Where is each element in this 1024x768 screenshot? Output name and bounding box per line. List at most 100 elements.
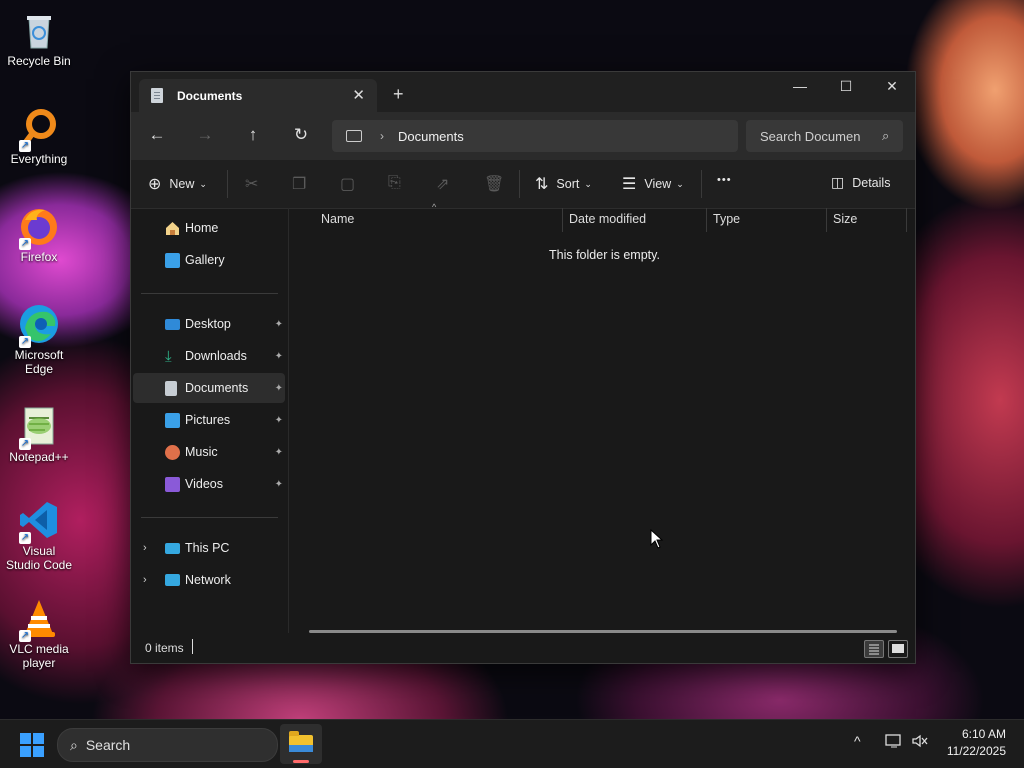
maximize-button[interactable]: ☐ <box>823 72 869 102</box>
windows-logo-icon <box>33 746 44 757</box>
view-lines-icon: ☰ <box>622 176 637 193</box>
column-header-name[interactable]: Name <box>321 212 354 226</box>
desktop-icon-label: VLC media player <box>9 642 69 670</box>
pin-icon[interactable]: ✦ <box>275 479 283 490</box>
volume-muted-icon[interactable] <box>911 733 929 752</box>
search-icon: ⌕ <box>882 128 890 143</box>
nav-item-videos[interactable]: Videos ✦ <box>133 469 285 499</box>
back-button[interactable]: ← <box>145 125 169 145</box>
search-box[interactable]: Search Documents ⌕ <box>746 120 903 152</box>
search-input[interactable]: Search Documents <box>760 129 860 144</box>
desktop-icon-edge[interactable]: ↗ Microsoft Edge <box>0 302 78 376</box>
pin-icon[interactable]: ✦ <box>275 351 283 362</box>
nav-item-documents[interactable]: Documents ✦ <box>133 373 285 403</box>
view-button[interactable]: ☰ View ⌄ <box>622 174 684 194</box>
nav-divider <box>141 517 278 518</box>
file-list-pane[interactable]: ^ Name Date modified Type Size This fold… <box>289 202 915 633</box>
tiles-view-button[interactable] <box>888 640 908 658</box>
nav-item-gallery[interactable]: Gallery <box>133 245 285 275</box>
column-divider[interactable] <box>826 208 827 232</box>
tab-documents[interactable]: Documents ✕ <box>139 79 377 112</box>
shortcut-arrow-icon: ↗ <box>19 140 31 152</box>
cut-button[interactable]: ✂ <box>245 174 258 194</box>
forward-button[interactable]: → <box>193 125 217 145</box>
column-header-type[interactable]: Type <box>713 212 740 226</box>
desktop-icon-recycle-bin[interactable]: Recycle Bin <box>0 8 78 68</box>
details-button-label: Details <box>852 175 891 190</box>
up-button[interactable]: ↑ <box>241 125 265 145</box>
pin-icon[interactable]: ✦ <box>275 319 283 330</box>
copy-button[interactable]: ❐ <box>292 174 306 194</box>
paste-button[interactable]: ▢ <box>340 174 355 194</box>
new-tab-button[interactable]: + <box>393 84 404 105</box>
windows-logo-icon <box>20 733 31 744</box>
taskbar-file-explorer[interactable] <box>280 724 322 764</box>
nav-item-music[interactable]: Music ✦ <box>133 437 285 467</box>
breadcrumb-chevron-icon[interactable]: › <box>380 129 384 143</box>
clipboard-icon: ▢ <box>340 176 356 193</box>
delete-button[interactable]: 🗑 <box>484 174 504 194</box>
nav-item-downloads[interactable]: ⤓ Downloads ✦ <box>133 341 285 371</box>
explorer-body: Home Gallery Desktop ✦ ⤓ Downloads ✦ Doc… <box>131 202 915 663</box>
music-icon <box>165 444 180 460</box>
close-button[interactable]: ✕ <box>869 72 915 102</box>
view-button-label: View <box>644 177 672 191</box>
system-clock[interactable]: 6:10 AM 11/22/2025 <box>947 726 1006 760</box>
nav-item-label: Documents <box>185 381 249 395</box>
details-pane-button[interactable]: ◫ Details <box>831 174 890 191</box>
desktop-icon-vlc[interactable]: ↗ VLC media player <box>0 596 78 670</box>
more-options-button[interactable]: ••• <box>717 174 732 186</box>
tab-title: Documents <box>177 88 243 103</box>
close-tab-icon[interactable]: ✕ <box>352 86 365 104</box>
details-view-button[interactable] <box>864 640 884 658</box>
navigation-bar: ← → ↑ ↻ › Documents Search Documents ⌕ <box>131 112 915 160</box>
breadcrumb-documents[interactable]: Documents <box>398 129 464 144</box>
desktop-icon-vscode[interactable]: ↗ Visual Studio Code <box>0 498 78 572</box>
refresh-button[interactable]: ↻ <box>289 125 313 145</box>
start-button[interactable] <box>20 733 44 757</box>
sort-button[interactable]: ⇅ Sort ⌄ <box>535 174 592 194</box>
pin-icon[interactable]: ✦ <box>275 447 283 458</box>
pin-icon[interactable]: ✦ <box>275 383 283 394</box>
trash-icon: 🗑 <box>484 176 505 193</box>
share-button[interactable]: ⇗ <box>436 174 449 194</box>
nav-item-label: Gallery <box>185 253 225 267</box>
shortcut-arrow-icon: ↗ <box>19 438 31 450</box>
nav-item-network[interactable]: › Network <box>133 565 285 595</box>
column-divider[interactable] <box>906 208 907 232</box>
search-icon: ⌕ <box>70 736 78 753</box>
column-header-size[interactable]: Size <box>833 212 857 226</box>
tiles-view-icon <box>892 644 904 653</box>
pin-icon[interactable]: ✦ <box>275 415 283 426</box>
expand-chevron-icon[interactable]: › <box>143 542 147 554</box>
rename-button[interactable]: ⎘ <box>388 174 401 192</box>
edge-icon: ↗ <box>17 302 61 348</box>
downloads-icon: ⤓ <box>165 347 172 365</box>
nav-item-label: Pictures <box>185 413 231 427</box>
network-status-icon[interactable] <box>885 733 903 752</box>
expand-chevron-icon[interactable]: › <box>143 574 147 586</box>
address-bar[interactable]: › Documents <box>332 120 738 152</box>
nav-item-pictures[interactable]: Pictures ✦ <box>133 405 285 435</box>
nav-item-this-pc[interactable]: › This PC <box>133 533 285 563</box>
new-button[interactable]: ⊕ New ⌄ <box>148 174 207 194</box>
title-bar[interactable]: Documents ✕ + — ☐ ✕ <box>131 72 915 112</box>
show-hidden-icons-button[interactable]: ^ <box>854 733 861 749</box>
desktop-icon-everything[interactable]: ↗ Everything <box>0 106 78 166</box>
column-divider[interactable] <box>706 208 707 232</box>
column-header-date-modified[interactable]: Date modified <box>569 212 646 226</box>
shortcut-arrow-icon: ↗ <box>19 532 31 544</box>
everything-search-icon: ↗ <box>17 106 61 152</box>
nav-item-label: Desktop <box>185 317 231 331</box>
taskbar-search[interactable]: ⌕ Search <box>57 728 278 762</box>
nav-item-desktop[interactable]: Desktop ✦ <box>133 309 285 339</box>
desktop-icon-firefox[interactable]: ↗ Firefox <box>0 204 78 264</box>
column-divider[interactable] <box>562 208 563 232</box>
minimize-button[interactable]: — <box>777 72 823 102</box>
desktop-icon-notepadpp[interactable]: ↗ Notepad++ <box>0 404 78 464</box>
nav-item-home[interactable]: Home <box>133 213 285 243</box>
desktop-icon-label: Microsoft Edge <box>14 348 64 376</box>
gallery-icon <box>165 252 180 268</box>
vscode-icon: ↗ <box>17 498 61 544</box>
item-count: 0 items <box>145 641 184 655</box>
